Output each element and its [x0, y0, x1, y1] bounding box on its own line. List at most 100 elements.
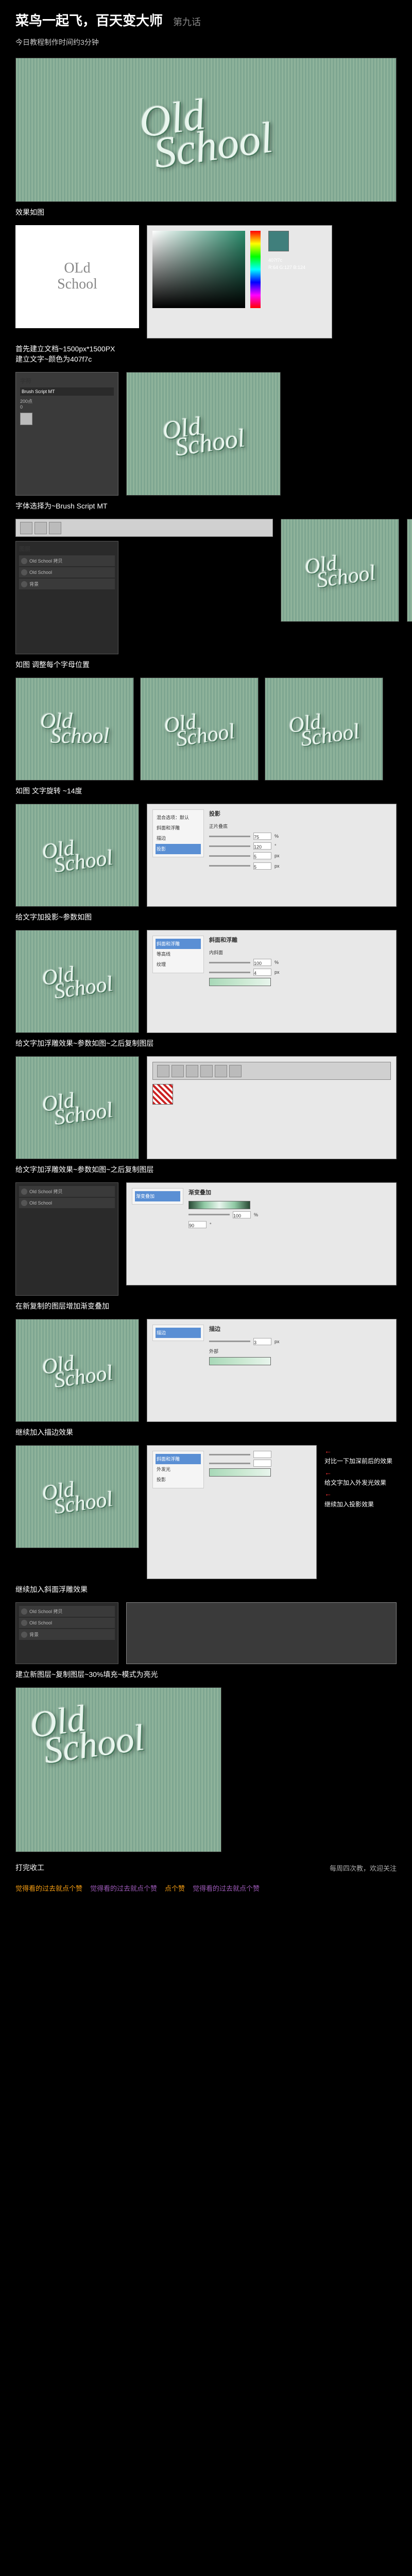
caption-letters: 如图 调整每个字母位置 — [15, 659, 397, 670]
caption-bevel: 给文字加浮雕效果~参数如图~之后复制图层 — [15, 1038, 397, 1048]
angle-slider[interactable] — [209, 845, 250, 847]
layer-item[interactable]: 背景 — [19, 579, 115, 589]
gloss-contour[interactable] — [209, 978, 271, 986]
annotation-block: ← 对比一下加深前后的效果 ← 给文字加入外发光效果 ← 继续加入投影效果 — [324, 1445, 397, 1510]
ls-item[interactable]: 投影 — [156, 1475, 201, 1485]
footer-done: 打完收工 — [15, 1862, 44, 1873]
layer-item[interactable]: Old School — [19, 1618, 115, 1628]
font-size[interactable]: 200点 — [20, 398, 114, 404]
contour-icon[interactable] — [157, 1065, 169, 1077]
contour-icon[interactable] — [171, 1065, 184, 1077]
eye-icon[interactable] — [21, 1200, 27, 1206]
warp-icon[interactable] — [49, 522, 61, 534]
layer-style-texture[interactable] — [147, 1056, 397, 1159]
opacity-input[interactable]: 75 — [253, 833, 271, 840]
episode-number: 第九话 — [173, 15, 201, 28]
like-link[interactable]: 觉得看的过去就点个赞 — [193, 1883, 260, 1893]
ls-item[interactable]: 纹理 — [156, 959, 201, 970]
layer-item[interactable]: Old School — [19, 567, 115, 578]
letter-adjust-2: OldSchool — [407, 519, 412, 622]
ls-item-bevel[interactable]: 斜面和浮雕 — [156, 939, 201, 949]
layer-item[interactable]: 背景 — [19, 1629, 115, 1640]
contour-row[interactable] — [152, 1062, 391, 1080]
ls-item-active[interactable]: 投影 — [156, 844, 201, 854]
bold-icon[interactable] — [20, 413, 32, 425]
ls-item[interactable]: 描边 — [156, 833, 201, 843]
eye-icon[interactable] — [21, 581, 27, 587]
ls-sidebar[interactable]: 混合选项：默认 斜面和浮雕 描边 投影 — [152, 809, 204, 857]
arrow-icon: ← — [324, 1467, 397, 1478]
blend-mode[interactable]: 正片叠底 — [209, 822, 228, 831]
layer-item[interactable]: Old School 拷贝 — [19, 1606, 115, 1617]
caption-stroke: 继续加入描边效果 — [15, 1427, 397, 1437]
layer-item[interactable]: Old School 拷贝 — [19, 555, 115, 566]
stroke-preview: OldSchool — [15, 1319, 139, 1422]
ls-gradient[interactable]: 渐变叠加 — [135, 1191, 180, 1201]
shadow-preview: OldSchool — [15, 804, 139, 907]
ls-sidebar[interactable]: 斜面和浮雕 等高线 纹理 — [152, 936, 204, 973]
eye-icon[interactable] — [21, 569, 27, 575]
layer-style-bevel[interactable]: 斜面和浮雕 等高线 纹理 斜面和浮雕 内斜面 100% 4px — [147, 930, 397, 1033]
layer-style-shadow[interactable]: 混合选项：默认 斜面和浮雕 描边 投影 投影 正片叠底 75% 120° 5px… — [147, 804, 397, 907]
eye-icon[interactable] — [21, 1632, 27, 1638]
info-panel[interactable] — [126, 1602, 397, 1664]
bevel-preview: OldSchool — [15, 930, 139, 1033]
ls-stroke[interactable]: 描边 — [156, 1328, 201, 1338]
size-slider[interactable] — [209, 865, 250, 867]
caption-bevel3: 继续加入斜面浮雕效果 — [15, 1584, 397, 1595]
time-estimate: 今日教程制作时间约3分钟 — [15, 37, 397, 47]
like-link[interactable]: 点个赞 — [165, 1883, 185, 1893]
letter-adjust-1: OldSchool — [281, 519, 399, 622]
ls-item[interactable]: 外发光 — [156, 1464, 201, 1475]
contour-icon[interactable] — [186, 1065, 198, 1077]
eye-icon[interactable] — [21, 558, 27, 564]
layer-style-bevel3[interactable]: 斜面和浮雕 外发光 投影 — [147, 1445, 317, 1579]
eye-icon[interactable] — [21, 1608, 27, 1615]
color-swatch — [268, 231, 289, 251]
layer-style-gradient[interactable]: 渐变叠加 渐变叠加 100% 90° — [126, 1182, 397, 1285]
grad-title: 渐变叠加 — [188, 1188, 391, 1198]
ls-item[interactable]: 混合选项：默认 — [156, 812, 201, 823]
color-gradient-field[interactable] — [152, 231, 245, 308]
color-picker-panel[interactable]: 407f7c R:64 G:127 B:124 — [147, 225, 332, 338]
contour-icon[interactable] — [229, 1065, 242, 1077]
footer-schedule: 每周四次教，欢迎关注 — [330, 1863, 397, 1873]
arrow-icon: ← — [324, 1445, 397, 1456]
eye-icon[interactable] — [21, 1189, 27, 1195]
page-title: 菜鸟一起飞，百天变大师 — [15, 10, 163, 29]
character-panel[interactable]: 字符 Brush Script MT 200点 0 — [15, 372, 118, 496]
layers-panel[interactable]: 图层 Old School 拷贝 Old School 背景 — [15, 541, 118, 654]
pattern-swatch[interactable] — [152, 1084, 173, 1105]
align-icon[interactable] — [35, 522, 47, 534]
contour-icon[interactable] — [200, 1065, 213, 1077]
stroke-gradient[interactable] — [209, 1357, 271, 1365]
layer-item[interactable]: Old School 拷贝 — [19, 1186, 115, 1197]
layer-style-stroke[interactable]: 描边 描边 3px 外部 — [147, 1319, 397, 1422]
rotate-2: OldSchool — [140, 677, 259, 781]
dist-slider[interactable] — [209, 855, 250, 857]
contour-icon[interactable] — [215, 1065, 227, 1077]
layers-copy[interactable]: Old School 拷贝 Old School — [15, 1182, 118, 1296]
layers-final[interactable]: Old School 拷贝 Old School 背景 — [15, 1602, 118, 1664]
ls-sidebar[interactable]: 渐变叠加 — [132, 1188, 183, 1205]
hue-slider[interactable] — [250, 231, 261, 308]
layer-item[interactable]: Old School — [19, 1198, 115, 1208]
text-toolbar[interactable] — [15, 519, 273, 537]
ls-item[interactable]: 等高线 — [156, 949, 201, 959]
like-link[interactable]: 觉得看的过去就点个赞 — [90, 1883, 157, 1893]
result-preview: Old School — [15, 58, 397, 202]
eye-icon[interactable] — [21, 1620, 27, 1626]
ls-item[interactable]: 斜面和浮雕 — [156, 823, 201, 833]
tracking[interactable]: 0 — [20, 404, 114, 410]
font-select[interactable]: Brush Script MT — [20, 387, 114, 396]
opacity-slider[interactable] — [209, 836, 250, 837]
ls-bevel[interactable]: 斜面和浮雕 — [156, 1454, 201, 1464]
type-icon[interactable] — [20, 522, 32, 534]
ls-sidebar[interactable]: 斜面和浮雕 外发光 投影 — [152, 1451, 204, 1488]
like-link[interactable]: 觉得看的过去就点个赞 — [15, 1883, 82, 1893]
gradient-preview[interactable] — [188, 1201, 250, 1209]
plain-line2: School — [57, 277, 97, 293]
rgb-value: R:64 G:127 B:124 — [268, 264, 305, 271]
caption-vivid: 建立新图层~复制图层~30%填充~模式为亮光 — [15, 1669, 397, 1680]
ls-sidebar[interactable]: 描边 — [152, 1325, 204, 1341]
